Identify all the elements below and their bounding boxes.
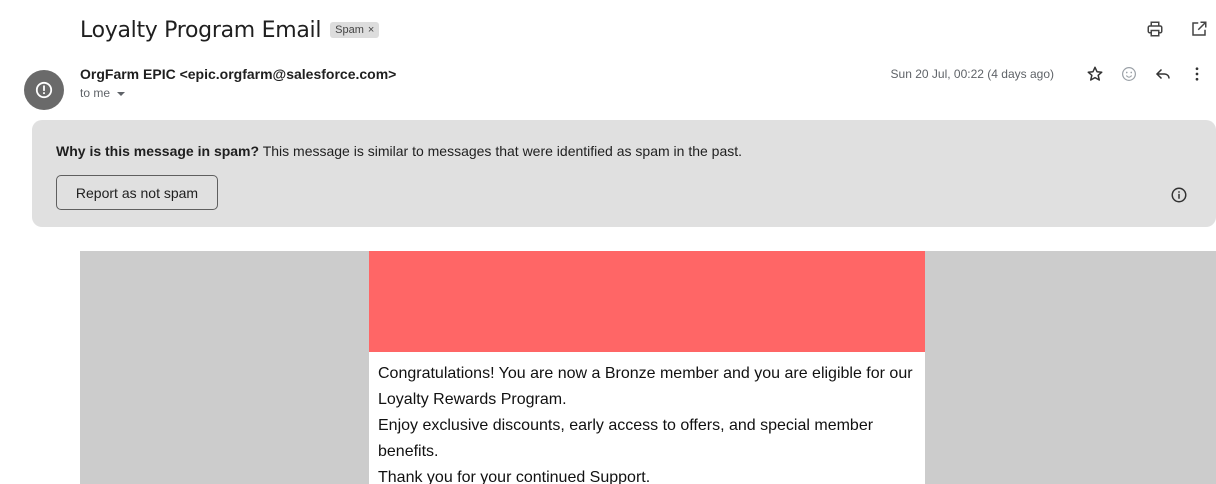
thread-actions [1144, 18, 1210, 40]
more-vertical-icon[interactable] [1186, 63, 1208, 85]
message-meta: Sun 20 Jul, 00:22 (4 days ago) [891, 63, 1208, 85]
spam-label-chip[interactable]: Spam × [330, 22, 380, 38]
spam-label-text: Spam [335, 24, 364, 36]
recipient-details[interactable]: to me [80, 86, 126, 100]
star-icon[interactable] [1084, 63, 1106, 85]
body-paragraph-congrats: Congratulations! You are now a Bronze me… [378, 365, 913, 408]
recipient-text: to me [80, 86, 111, 100]
subject-row: Loyalty Program Email Spam × [80, 14, 380, 46]
message-date: Sun 20 Jul, 00:22 (4 days ago) [890, 67, 1054, 81]
spam-warning-banner: Why is this message in spam? This messag… [32, 120, 1216, 227]
info-icon[interactable] [1168, 184, 1190, 206]
body-paragraph-benefits: Enjoy exclusive discounts, early access … [378, 417, 874, 460]
email-body-background: Congratulations! You are now a Bronze me… [80, 251, 1216, 484]
open-in-new-window-icon[interactable] [1188, 18, 1210, 40]
warning-avatar-icon [24, 70, 64, 110]
sender-name[interactable]: OrgFarm EPIC <epic.orgfarm@salesforce.co… [80, 66, 396, 82]
chevron-down-icon[interactable] [117, 92, 126, 96]
emoji-reaction-icon[interactable] [1118, 63, 1140, 85]
email-header-banner [369, 251, 925, 352]
email-body-text: Congratulations! You are now a Bronze me… [378, 361, 918, 484]
body-paragraph-thanks: Thank you for your continued Support. [378, 469, 651, 484]
remove-label-button[interactable]: × [368, 24, 374, 36]
spam-question: Why is this message in spam? [56, 143, 260, 159]
email-content-card: Congratulations! You are now a Bronze me… [369, 251, 925, 484]
email-subject: Loyalty Program Email [80, 17, 322, 43]
reply-icon[interactable] [1152, 63, 1174, 85]
print-icon[interactable] [1144, 18, 1166, 40]
spam-warning-message: Why is this message in spam? This messag… [56, 143, 742, 159]
report-not-spam-button[interactable]: Report as not spam [56, 175, 218, 210]
spam-explanation: This message is similar to messages that… [259, 143, 743, 159]
